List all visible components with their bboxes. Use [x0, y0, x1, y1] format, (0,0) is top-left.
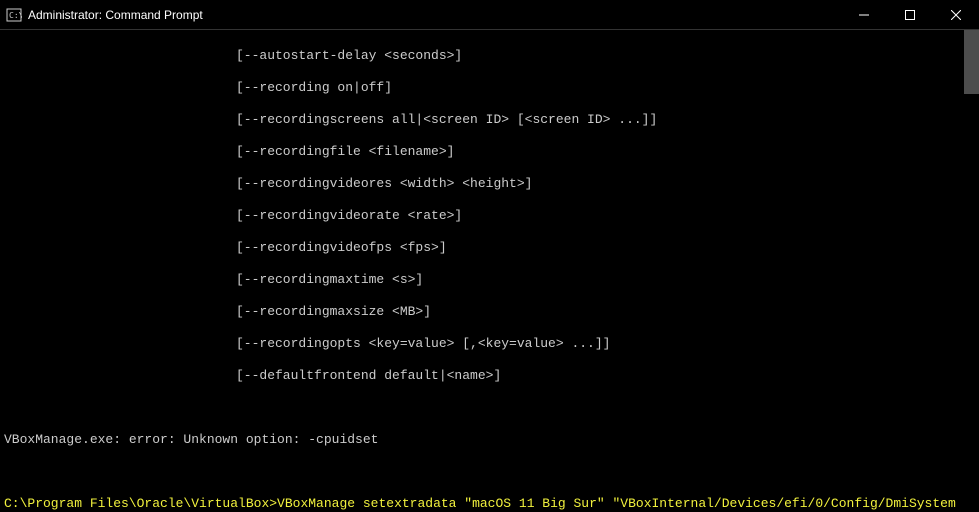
- option-line: [--recording on|off]: [4, 80, 959, 96]
- svg-text:C:\: C:\: [9, 11, 22, 20]
- option-line: [--recordingmaxsize <MB>]: [4, 304, 959, 320]
- option-line: [--recordingvideofps <fps>]: [4, 240, 959, 256]
- terminal-area[interactable]: [--autostart-delay <seconds>] [--recordi…: [0, 30, 979, 512]
- window-controls: [841, 0, 979, 29]
- window-title: Administrator: Command Prompt: [28, 8, 203, 22]
- option-line: [--recordingopts <key=value> [,<key=valu…: [4, 336, 959, 352]
- option-line: [--recordingfile <filename>]: [4, 144, 959, 160]
- titlebar: C:\ Administrator: Command Prompt: [0, 0, 979, 30]
- option-line: [--recordingvideores <width> <height>]: [4, 176, 959, 192]
- cmd-icon: C:\: [6, 7, 22, 23]
- option-line: [--recordingscreens all|<screen ID> [<sc…: [4, 112, 959, 128]
- prompt-text: C:\Program Files\Oracle\VirtualBox>: [4, 496, 277, 511]
- maximize-button[interactable]: [887, 0, 933, 30]
- error-line: VBoxManage.exe: error: Unknown option: -…: [4, 432, 959, 448]
- terminal-content[interactable]: [--autostart-delay <seconds>] [--recordi…: [0, 30, 963, 512]
- scrollbar[interactable]: [963, 30, 979, 512]
- minimize-button[interactable]: [841, 0, 887, 30]
- option-line: [--recordingvideorate <rate>]: [4, 208, 959, 224]
- scrollbar-thumb[interactable]: [964, 30, 979, 94]
- close-button[interactable]: [933, 0, 979, 30]
- option-line: [--autostart-delay <seconds>]: [4, 48, 959, 64]
- command-line: C:\Program Files\Oracle\VirtualBox>VBoxM…: [4, 496, 959, 512]
- titlebar-left: C:\ Administrator: Command Prompt: [6, 7, 203, 23]
- option-line: [--defaultfrontend default|<name>]: [4, 368, 959, 384]
- option-line: [--recordingmaxtime <s>]: [4, 272, 959, 288]
